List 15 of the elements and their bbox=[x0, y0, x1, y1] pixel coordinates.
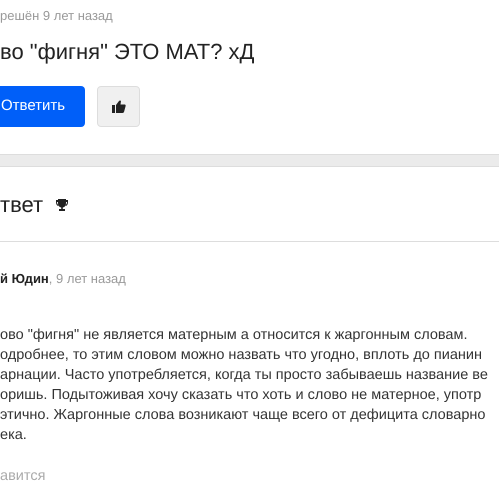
trophy-icon bbox=[55, 198, 70, 212]
answer-text-line: ово "фигня" не является матерным а относится к жаргонным словам. bbox=[0, 326, 468, 344]
answer-button[interactable]: Ответить bbox=[0, 86, 85, 127]
answer-text-line: оришь. Подытоживая хочу сказать что хоть и слово не матерное, употр bbox=[0, 386, 482, 404]
answer-time: , 9 лет назад bbox=[48, 270, 126, 288]
answer-text-line: одробнее, то этим словом можно назвать что угодно, вплоть до пианин bbox=[0, 346, 484, 364]
answer-text-line: арнации. Часто употребляется, когда ты просто забываешь название ве bbox=[0, 366, 489, 384]
question-title: во "фигня" ЭТО МАТ? хД bbox=[0, 38, 256, 66]
answer-text-line: ека. bbox=[0, 426, 28, 444]
section-heading: твет bbox=[0, 191, 44, 219]
thumbs-up-icon bbox=[112, 100, 126, 113]
author-name[interactable]: й Юдин bbox=[0, 269, 49, 288]
like-button[interactable] bbox=[97, 86, 140, 127]
answer-text-line: этично. Жаргонные слова возникают чаще всего от дефицита словарно bbox=[0, 406, 486, 424]
status-text: решён 9 лет назад bbox=[0, 7, 114, 24]
